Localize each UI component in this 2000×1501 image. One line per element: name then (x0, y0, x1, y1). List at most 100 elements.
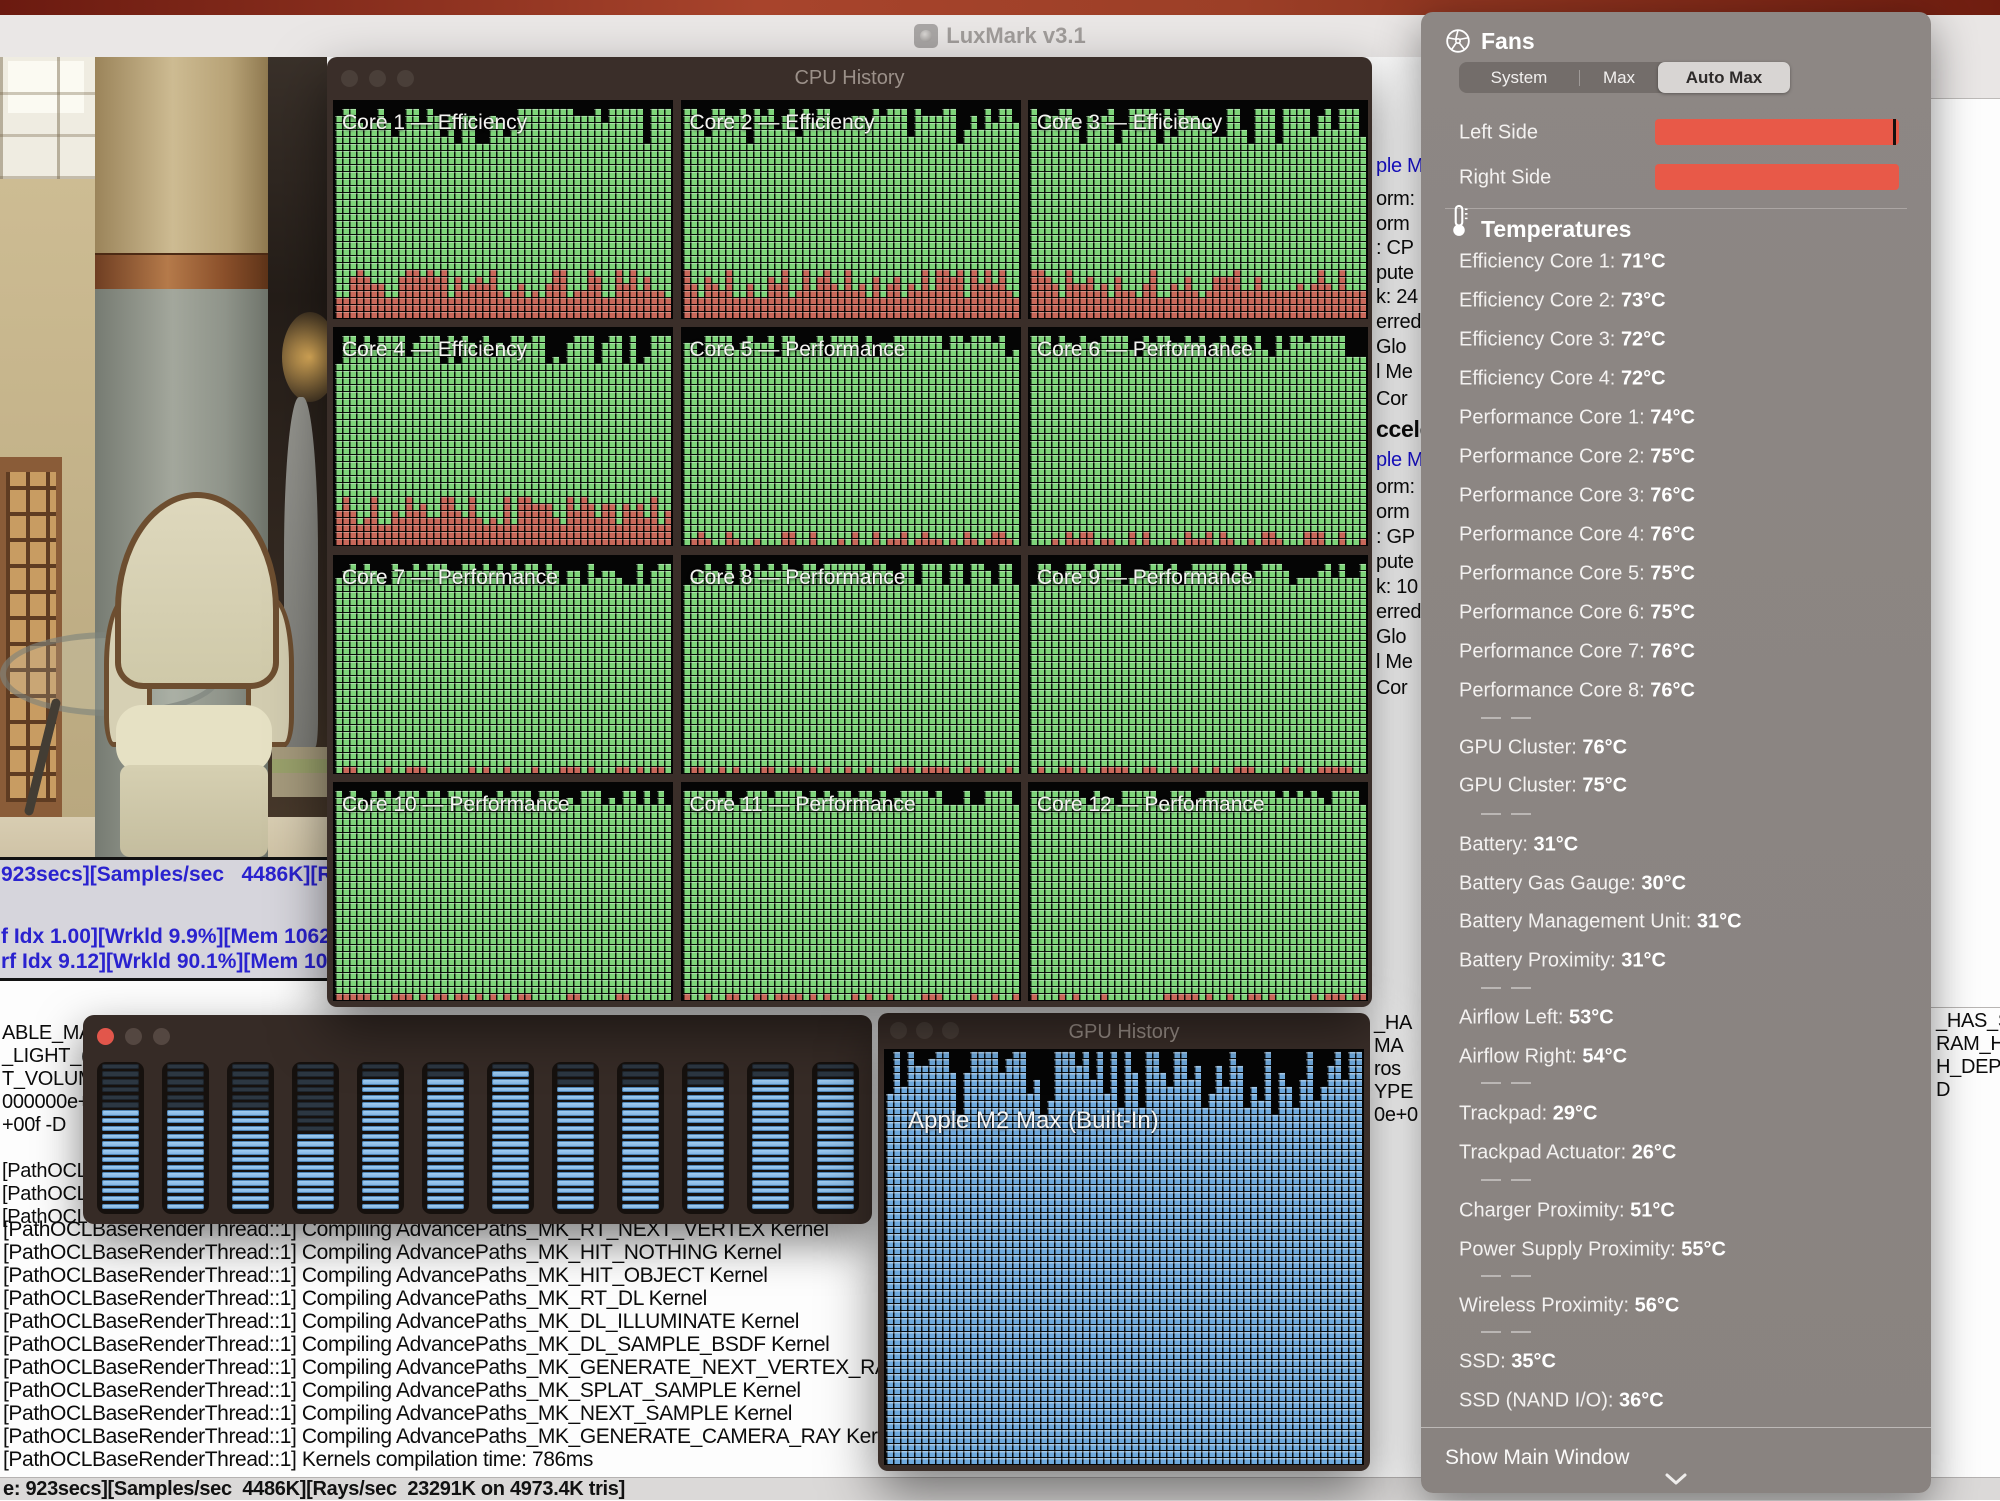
temperature-row: Power Supply Proximity: 55°C (1459, 1239, 1726, 1262)
meter-segment-on (362, 1196, 399, 1201)
minimize-button[interactable] (369, 70, 386, 87)
temperature-value: 31°C (1697, 911, 1742, 933)
meter-segment-on (492, 1165, 529, 1170)
log-text: 000000e+ (2, 1091, 89, 1114)
meter-segment-off (297, 1079, 334, 1084)
cpu-core-label: Core 2 — Efficiency (690, 111, 875, 135)
log-text: pute (1376, 262, 1414, 285)
log-text: Glo (1376, 626, 1406, 649)
temperature-label: Performance Core 5: (1459, 563, 1650, 585)
meter-segment-off (232, 1064, 269, 1069)
meter-segment-on (622, 1204, 659, 1209)
cpu-core-label: Core 8 — Performance (690, 566, 906, 590)
meter-segment-on (752, 1102, 789, 1107)
led-columns (335, 335, 671, 545)
log-text: [PathOCLBaseRenderThread::1] Compiling A… (3, 1356, 948, 1380)
zoom-button[interactable] (153, 1028, 170, 1045)
meter-segment-on (232, 1126, 269, 1131)
meter-segment-off (622, 1079, 659, 1084)
meter-segment-on (557, 1149, 594, 1154)
fan-mode-auto-max[interactable]: Auto Max (1658, 62, 1790, 93)
group-divider-dashes (1481, 1082, 1533, 1084)
meter-segment-on (492, 1149, 529, 1154)
meter-segment-on (817, 1095, 854, 1100)
meter-segment-on (492, 1095, 529, 1100)
meter-segment-on (557, 1134, 594, 1139)
close-button[interactable] (341, 70, 358, 87)
slider-handle[interactable] (1893, 119, 1896, 145)
scene-column-copper-band (95, 253, 268, 293)
meter-segment-on (232, 1180, 269, 1185)
zoom-button[interactable] (397, 70, 414, 87)
meter-segment-on (427, 1172, 464, 1177)
temperature-value: 35°C (1511, 1351, 1556, 1373)
fan-mode-max[interactable]: Max (1580, 62, 1658, 93)
meter-segment-off (427, 1064, 464, 1069)
led-columns (683, 108, 1019, 318)
temperature-value: 53°C (1569, 1007, 1614, 1029)
close-button[interactable] (97, 1028, 114, 1045)
cpu-load-meter-window[interactable] (83, 1015, 872, 1224)
right-side-fan-slider[interactable] (1655, 164, 1899, 190)
temperature-label: Performance Core 2: (1459, 446, 1650, 468)
meter-segment-off (557, 1064, 594, 1069)
fan-mode-system[interactable]: System (1459, 62, 1579, 93)
temperature-label: Charger Proximity: (1459, 1200, 1630, 1222)
cpu-load-meter (422, 1062, 469, 1214)
zoom-button[interactable] (942, 1022, 959, 1039)
meter-segment-on (687, 1180, 724, 1185)
meter-segment-on (622, 1110, 659, 1115)
minimize-button[interactable] (125, 1028, 142, 1045)
temperature-value: 51°C (1630, 1200, 1675, 1222)
meter-segment-on (297, 1134, 334, 1139)
temperature-value: 75°C (1582, 775, 1627, 797)
scene-chair-skirt (120, 765, 268, 857)
gpu-history-window[interactable]: GPU History Apple M2 Max (Built-In) (878, 1013, 1370, 1471)
meter-segment-on (167, 1204, 204, 1209)
left-side-fan-slider[interactable] (1655, 119, 1899, 145)
meter-segment-off (102, 1079, 139, 1084)
show-main-window-item[interactable]: Show Main Window (1445, 1446, 1629, 1470)
minimize-button[interactable] (916, 1022, 933, 1039)
chevron-down-icon[interactable] (1663, 1470, 1689, 1488)
cpu-core-cell: Core 2 — Efficiency (681, 100, 1021, 319)
temperature-row: Efficiency Core 2: 73°C (1459, 290, 1666, 313)
temperature-label: Airflow Right: (1459, 1046, 1582, 1068)
temperature-row: Performance Core 1: 74°C (1459, 407, 1695, 430)
luxmark-right-toolbar-sliver (1931, 15, 2000, 99)
log-text: _HA (1374, 1012, 1412, 1035)
close-button[interactable] (890, 1022, 907, 1039)
temperature-value: 72°C (1621, 368, 1666, 390)
temperature-row: GPU Cluster: 76°C (1459, 737, 1627, 760)
meter-segment-on (687, 1204, 724, 1209)
meter-segment-on (102, 1118, 139, 1123)
cpu-load-meter (227, 1062, 274, 1214)
meter-segment-on (427, 1102, 464, 1107)
meter-segment-on (232, 1188, 269, 1193)
meter-segment-on (492, 1196, 529, 1201)
meter-segment-on (557, 1172, 594, 1177)
meter-segment-on (232, 1172, 269, 1177)
meter-segment-on (232, 1165, 269, 1170)
temperature-row: Battery Management Unit: 31°C (1459, 911, 1742, 934)
meter-segment-on (817, 1165, 854, 1170)
meter-segment-off (492, 1064, 529, 1069)
log-text: ple M (1376, 155, 1423, 178)
meter-segment-on (232, 1149, 269, 1154)
meter-segment-on (687, 1188, 724, 1193)
cpu-history-window[interactable]: CPU History Core 1 — EfficiencyCore 2 — … (327, 57, 1372, 1007)
meter-segment-on (427, 1134, 464, 1139)
temperature-row: Battery: 31°C (1459, 834, 1578, 857)
log-text: [PathOCLBaseRenderThread::1] Compiling A… (3, 1379, 801, 1403)
temperature-value: 71°C (1621, 251, 1666, 273)
meter-segment-on (102, 1180, 139, 1185)
temperature-label: Performance Core 8: (1459, 680, 1650, 702)
meter-segment-on (232, 1118, 269, 1123)
log-text: [PathOCLBaseRenderThread::1] Compiling A… (3, 1241, 782, 1265)
meter-segment-on (297, 1172, 334, 1177)
meter-segment-on (687, 1087, 724, 1092)
group-divider-dashes (1481, 813, 1533, 815)
meter-segment-off (297, 1087, 334, 1092)
cpu-core-cell: Core 6 — Performance (1028, 327, 1368, 546)
meter-segment-on (362, 1079, 399, 1084)
